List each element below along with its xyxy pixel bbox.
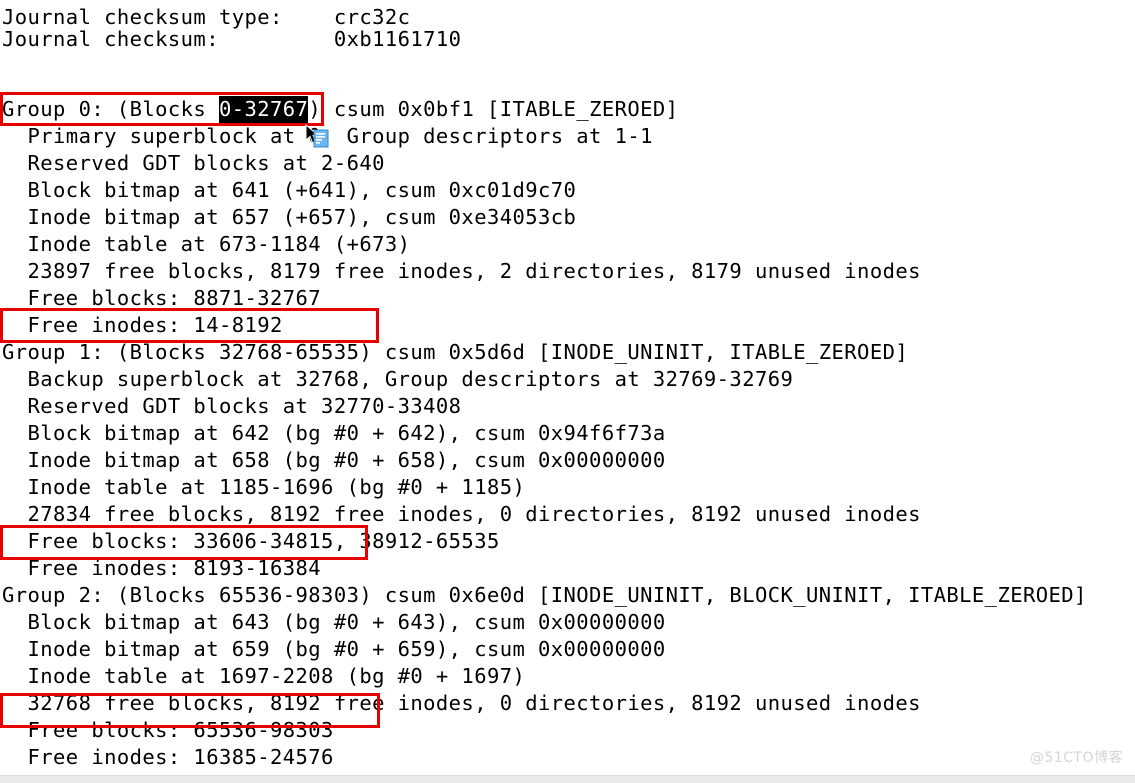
output-line: Free inodes: 8193-16384 (2, 556, 322, 580)
output-line: Reserved GDT blocks at 2-640 (2, 151, 385, 175)
output-line: Inode table at 673-1184 (+673) (2, 232, 411, 256)
output-line: Free blocks: 8871-32767 (2, 286, 322, 310)
output-line: Free blocks: 33606-34815, 38912-65535 (2, 529, 500, 553)
output-line: Block bitmap at 642 (bg #0 + 642), csum … (2, 421, 666, 445)
output-line: Free inodes: 16385-24576 (2, 745, 334, 769)
watermark-label: @51CTO博客 (1029, 750, 1123, 766)
group-0-suffix: ) csum 0x0bf1 [ITABLE_ZEROED] (308, 97, 679, 121)
output-line: Inode table at 1697-2208 (bg #0 + 1697) (2, 664, 526, 688)
selected-block-range[interactable]: 0-32767 (218, 96, 309, 123)
output-line: Inode bitmap at 657 (+657), csum 0xe3405… (2, 205, 577, 229)
output-line: Backup superblock at 32768, Group descri… (2, 367, 794, 391)
window-bottom-edge (0, 775, 1135, 783)
output-line: Free blocks: 65536-98303 (2, 718, 334, 742)
group-2-header-line: Group 2: (Blocks 65536-98303) csum 0x6e0… (2, 583, 1087, 607)
group-1-header-line: Group 1: (Blocks 32768-65535) csum 0x5d6… (2, 340, 909, 364)
screenshot-root: Journal checksum type: crc32c Journal ch… (0, 0, 1135, 783)
output-line: Inode bitmap at 658 (bg #0 + 658), csum … (2, 448, 666, 472)
output-line: Inode bitmap at 659 (bg #0 + 659), csum … (2, 637, 666, 661)
output-line: Journal checksum: 0xb1161710 (2, 27, 462, 51)
output-line: 23897 free blocks, 8179 free inodes, 2 d… (2, 259, 921, 283)
output-line: 32768 free blocks, 8192 free inodes, 0 d… (2, 691, 921, 715)
group-0-header-line: Group 0: (Blocks 0-32767) csum 0x0bf1 [I… (2, 96, 679, 123)
output-line: Block bitmap at 643 (bg #0 + 643), csum … (2, 610, 666, 634)
group-0-prefix: Group 0: (Blocks (2, 97, 219, 121)
output-line: Inode table at 1185-1696 (bg #0 + 1185) (2, 475, 526, 499)
output-line: Reserved GDT blocks at 32770-33408 (2, 394, 462, 418)
output-line: Free inodes: 14-8192 (2, 313, 283, 337)
output-line: 27834 free blocks, 8192 free inodes, 0 d… (2, 502, 921, 526)
output-line: Block bitmap at 641 (+641), csum 0xc01d9… (2, 178, 577, 202)
mouse-cursor-icon (305, 123, 329, 150)
